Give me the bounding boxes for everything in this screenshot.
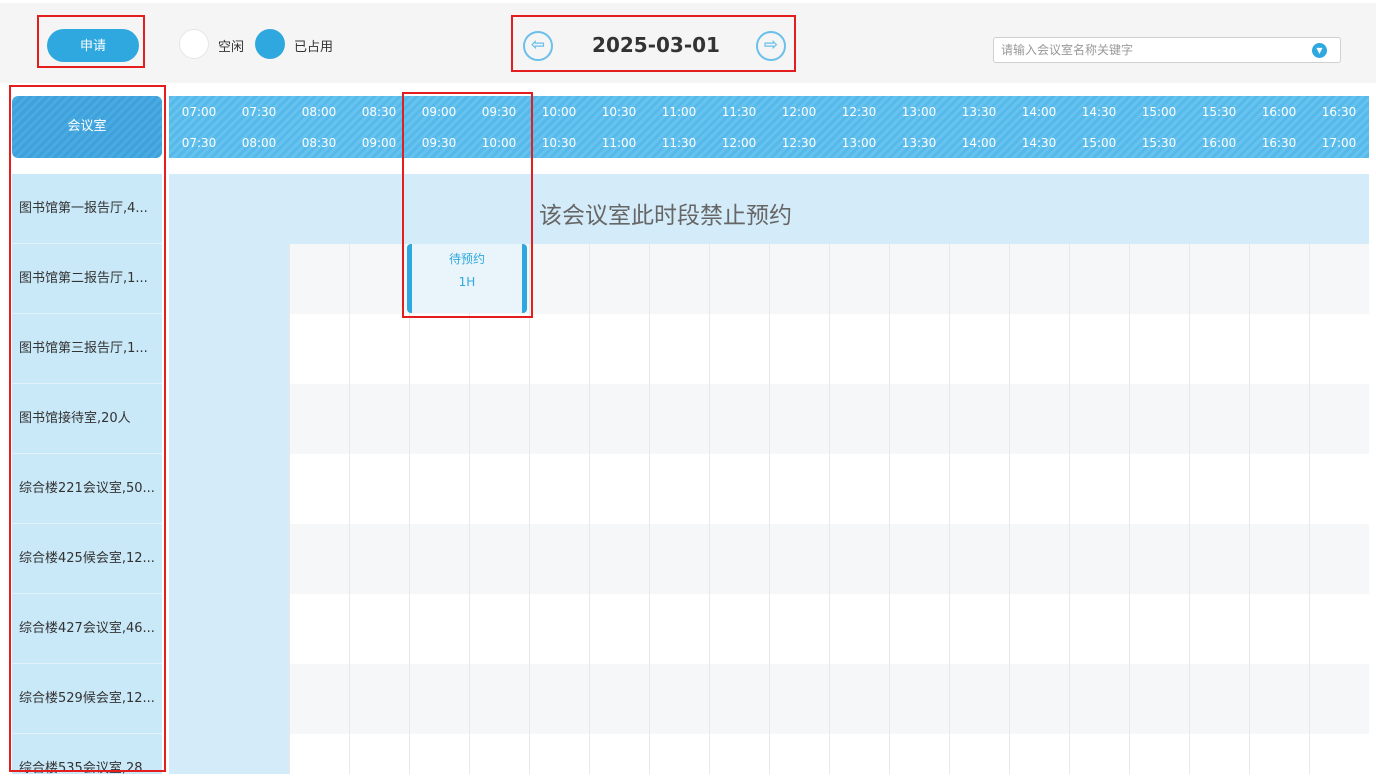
time-slot-start: 16:00 bbox=[1261, 105, 1297, 119]
time-slot-end: 10:00 bbox=[481, 136, 517, 150]
time-slot-end: 12:00 bbox=[721, 136, 757, 150]
time-slot-end: 15:30 bbox=[1141, 136, 1177, 150]
blocked-band: 该会议室此时段禁止预约 bbox=[169, 174, 1369, 244]
grid-divider bbox=[1129, 244, 1130, 774]
blocked-message: 该会议室此时段禁止预约 bbox=[539, 203, 792, 229]
time-slot-end: 14:30 bbox=[1021, 136, 1057, 150]
room-item[interactable]: 综合楼529候会室,12... bbox=[12, 664, 162, 734]
grid-divider bbox=[829, 244, 830, 774]
room-column-header: 会议室 bbox=[12, 96, 162, 158]
next-date-arrow-icon[interactable]: ⇨ bbox=[756, 31, 786, 61]
grid-divider bbox=[769, 244, 770, 774]
time-slot-start: 15:00 bbox=[1141, 105, 1177, 119]
time-slot-end: 15:00 bbox=[1081, 136, 1117, 150]
grid-divider bbox=[1009, 244, 1010, 774]
grid-divider bbox=[889, 244, 890, 774]
legend-used-label: 已占用 bbox=[294, 40, 334, 55]
time-slot-end: 09:30 bbox=[421, 136, 457, 150]
time-slot-end: 16:00 bbox=[1201, 136, 1237, 150]
grid-divider bbox=[1069, 244, 1070, 774]
chevron-down-icon[interactable]: ▼ bbox=[1312, 43, 1327, 58]
time-slot-start: 09:30 bbox=[481, 105, 517, 119]
blocked-column bbox=[169, 244, 289, 774]
toolbar: 申请 空闲 已占用 ⇦ 2025-03-01 ⇨ 请输入会议室名称关键字 ▼ bbox=[0, 3, 1376, 83]
time-slot-end: 13:00 bbox=[841, 136, 877, 150]
time-slot-end: 17:00 bbox=[1321, 136, 1357, 150]
grid-divider bbox=[1189, 244, 1190, 774]
time-slot-end: 07:30 bbox=[181, 136, 217, 150]
time-slot-end: 08:00 bbox=[241, 136, 277, 150]
time-slot-start: 08:00 bbox=[301, 105, 337, 119]
time-slot-start: 10:30 bbox=[601, 105, 637, 119]
grid-divider bbox=[529, 244, 530, 774]
time-slot-start: 15:30 bbox=[1201, 105, 1237, 119]
grid-divider bbox=[589, 244, 590, 774]
prev-date-arrow-icon[interactable]: ⇦ bbox=[523, 31, 553, 61]
legend-free-label: 空闲 bbox=[218, 40, 245, 55]
grid-divider bbox=[469, 244, 470, 774]
room-item[interactable]: 综合楼425候会室,12... bbox=[12, 524, 162, 594]
room-item[interactable]: 综合楼427会议室,46... bbox=[12, 594, 162, 664]
time-slot-end: 12:30 bbox=[781, 136, 817, 150]
time-slot-end: 10:30 bbox=[541, 136, 577, 150]
time-slot-start: 13:00 bbox=[901, 105, 937, 119]
used-legend-icon bbox=[255, 29, 285, 59]
time-slot-start: 07:00 bbox=[181, 105, 217, 119]
time-slot-start: 13:30 bbox=[961, 105, 997, 119]
time-slot-end: 11:00 bbox=[601, 136, 637, 150]
time-slot-start: 11:30 bbox=[721, 105, 757, 119]
room-search-input[interactable]: 请输入会议室名称关键字 ▼ bbox=[993, 37, 1341, 63]
apply-button[interactable]: 申请 bbox=[47, 29, 139, 62]
room-item[interactable]: 图书馆第一报告厅,4... bbox=[12, 174, 162, 244]
current-date: 2025-03-01 bbox=[592, 33, 720, 57]
time-slot-end: 08:30 bbox=[301, 136, 337, 150]
grid-divider bbox=[349, 244, 350, 774]
room-item[interactable]: 综合楼535会议室,28... bbox=[12, 734, 162, 777]
time-slot-end: 14:00 bbox=[961, 136, 997, 150]
grid-divider bbox=[1249, 244, 1250, 774]
room-item[interactable]: 图书馆接待室,20人 bbox=[12, 384, 162, 454]
room-item[interactable]: 图书馆第二报告厅,1... bbox=[12, 244, 162, 314]
grid-divider bbox=[409, 244, 410, 774]
time-slot-end: 09:00 bbox=[361, 136, 397, 150]
time-slot-header: 07:00 07:30 07:30 08:00 08:00 08:30 08:30 09:00… bbox=[169, 96, 1369, 158]
time-slot-start: 11:00 bbox=[661, 105, 697, 119]
time-slot-start: 16:30 bbox=[1321, 105, 1357, 119]
room-item[interactable]: 综合楼221会议室,50... bbox=[12, 454, 162, 524]
time-slot-start: 14:00 bbox=[1021, 105, 1057, 119]
time-slot-end: 16:30 bbox=[1261, 136, 1297, 150]
free-legend-icon bbox=[179, 29, 209, 59]
grid-divider bbox=[649, 244, 650, 774]
time-slot-start: 12:00 bbox=[781, 105, 817, 119]
time-slot-end: 13:30 bbox=[901, 136, 937, 150]
time-slot-start: 12:30 bbox=[841, 105, 877, 119]
search-placeholder: 请输入会议室名称关键字 bbox=[1001, 43, 1134, 57]
grid-divider bbox=[1309, 244, 1310, 774]
pending-booking[interactable]: 待预约 1H bbox=[407, 244, 527, 313]
grid-divider bbox=[949, 244, 950, 774]
time-slot-start: 14:30 bbox=[1081, 105, 1117, 119]
pending-status: 待预约 bbox=[448, 252, 485, 266]
grid-divider bbox=[289, 244, 290, 774]
room-item[interactable]: 图书馆第三报告厅,1... bbox=[12, 314, 162, 384]
schedule-grid: 该会议室此时段禁止预约 bbox=[169, 174, 1369, 774]
time-slot-start: 08:30 bbox=[361, 105, 397, 119]
time-slot-start: 07:30 bbox=[241, 105, 277, 119]
grid-divider bbox=[709, 244, 710, 774]
room-list: 图书馆第一报告厅,4... 图书馆第二报告厅,1... 图书馆第三报告厅,1..… bbox=[12, 174, 162, 777]
time-slot-start: 09:00 bbox=[421, 105, 457, 119]
pending-duration: 1H bbox=[458, 275, 476, 289]
time-slot-end: 11:30 bbox=[661, 136, 697, 150]
time-slot-start: 10:00 bbox=[541, 105, 577, 119]
